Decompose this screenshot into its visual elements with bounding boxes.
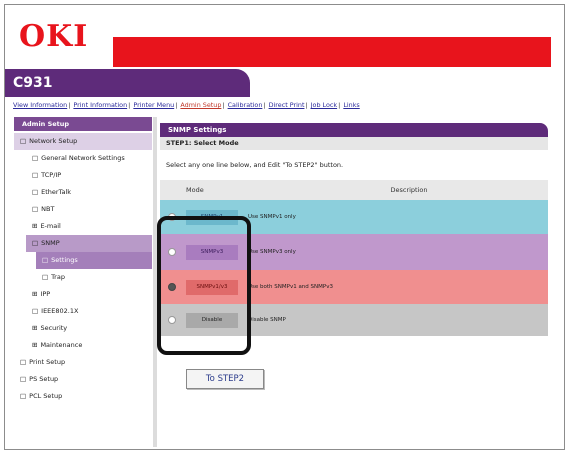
- sidebar-item-label: Trap: [51, 273, 65, 281]
- sidebar: Admin Setup □ Network Setup □ General Netwo…: [14, 117, 152, 447]
- sidebar-item[interactable]: □ PS Setup: [14, 371, 152, 388]
- sidebar-item[interactable]: □ IEEE802.1X: [14, 303, 152, 320]
- expand-icon: ⊞: [32, 324, 38, 332]
- sidebar-item[interactable]: □ TCP/IP: [14, 167, 152, 184]
- expand-icon: ⊞: [32, 290, 38, 298]
- column-mode: Mode: [186, 186, 204, 194]
- expand-icon: ⊞: [32, 222, 38, 230]
- sidebar-item-label: PCL Setup: [29, 392, 63, 400]
- page-icon: □: [42, 256, 49, 264]
- top-navigation: View Information| Print Information| Pri…: [13, 101, 360, 109]
- oki-logo: OKI: [19, 19, 89, 54]
- sidebar-item-label: Network Setup: [29, 137, 78, 145]
- page-icon: □: [32, 239, 39, 247]
- column-description: Description: [390, 186, 428, 194]
- page-icon: □: [20, 358, 27, 366]
- sidebar-item[interactable]: ⊞ E-mail: [14, 218, 152, 235]
- step-label: STEP1: Select Mode: [160, 137, 548, 150]
- sidebar-item-label: Print Setup: [29, 358, 66, 366]
- page-icon: □: [32, 307, 39, 315]
- page-icon: □: [32, 171, 39, 179]
- page-icon: □: [32, 205, 39, 213]
- sidebar-item-label: Security: [40, 324, 68, 332]
- model-title: C931: [5, 69, 250, 97]
- mode-description: Use SNMPv3 only: [248, 248, 296, 255]
- sidebar-item[interactable]: □ PCL Setup: [14, 388, 152, 405]
- mode-description: Use both SNMPv1 and SNMPv3: [248, 283, 333, 290]
- instruction-text: Select any one line below, and Edit "To …: [166, 161, 344, 169]
- sidebar-item-label: EtherTalk: [41, 188, 72, 196]
- sidebar-item[interactable]: □ Network Setup: [14, 133, 152, 150]
- sidebar-item[interactable]: □ SNMP: [26, 235, 152, 252]
- sidebar-item-label: TCP/IP: [41, 171, 62, 179]
- sidebar-item[interactable]: ⊞ IPP: [14, 286, 152, 303]
- nav-print-information[interactable]: Print Information: [73, 101, 127, 109]
- nav-calibration[interactable]: Calibration: [228, 101, 263, 109]
- sidebar-item-label: Settings: [51, 256, 78, 264]
- sidebar-item[interactable]: ⊞ Maintenance: [14, 337, 152, 354]
- page-icon: □: [20, 137, 27, 145]
- panel-title: SNMP Settings: [160, 123, 548, 137]
- mode-description: Use SNMPv1 only: [248, 213, 296, 220]
- page-icon: □: [32, 154, 39, 162]
- expand-icon: ⊞: [32, 341, 38, 349]
- sidebar-item-label: IEEE802.1X: [41, 307, 79, 315]
- sidebar-item-label: E-mail: [40, 222, 61, 230]
- sidebar-item-label: PS Setup: [29, 375, 59, 383]
- nav-job-lock[interactable]: Job Lock: [311, 101, 337, 109]
- sidebar-item-label: IPP: [40, 290, 51, 298]
- header-red-bar: [113, 37, 551, 67]
- to-step2-button[interactable]: To STEP2: [186, 369, 264, 389]
- nav-printer-menu[interactable]: Printer Menu: [133, 101, 174, 109]
- sidebar-item[interactable]: □ EtherTalk: [14, 184, 152, 201]
- callout-highlight-box: [157, 216, 251, 355]
- browser-frame: OKI C931 View Information| Print Informa…: [4, 4, 565, 450]
- sidebar-item[interactable]: □ General Network Settings: [14, 150, 152, 167]
- sidebar-item-label: General Network Settings: [41, 154, 125, 162]
- sidebar-item-label: NBT: [41, 205, 55, 213]
- nav-links[interactable]: Links: [343, 101, 359, 109]
- sidebar-item-label: SNMP: [41, 239, 60, 247]
- nav-admin-setup[interactable]: Admin Setup: [180, 101, 221, 109]
- sidebar-item-label: Maintenance: [40, 341, 83, 349]
- sidebar-item[interactable]: □ Settings: [36, 252, 152, 269]
- nav-direct-print[interactable]: Direct Print: [269, 101, 305, 109]
- sidebar-list: □ Network Setup □ General Network Settings □…: [14, 133, 152, 405]
- sidebar-header[interactable]: Admin Setup: [14, 117, 152, 131]
- sidebar-item[interactable]: □ Print Setup: [14, 354, 152, 371]
- page-icon: □: [32, 188, 39, 196]
- page-icon: □: [20, 375, 27, 383]
- nav-view-information[interactable]: View Information: [13, 101, 67, 109]
- table-header: Mode Description: [160, 180, 548, 200]
- sidebar-item[interactable]: □ NBT: [14, 201, 152, 218]
- page-icon: □: [42, 273, 49, 281]
- mode-description: Disable SNMP: [248, 316, 286, 323]
- sidebar-item[interactable]: ⊞ Security: [14, 320, 152, 337]
- sidebar-item[interactable]: □ Trap: [14, 269, 152, 286]
- page-icon: □: [20, 392, 27, 400]
